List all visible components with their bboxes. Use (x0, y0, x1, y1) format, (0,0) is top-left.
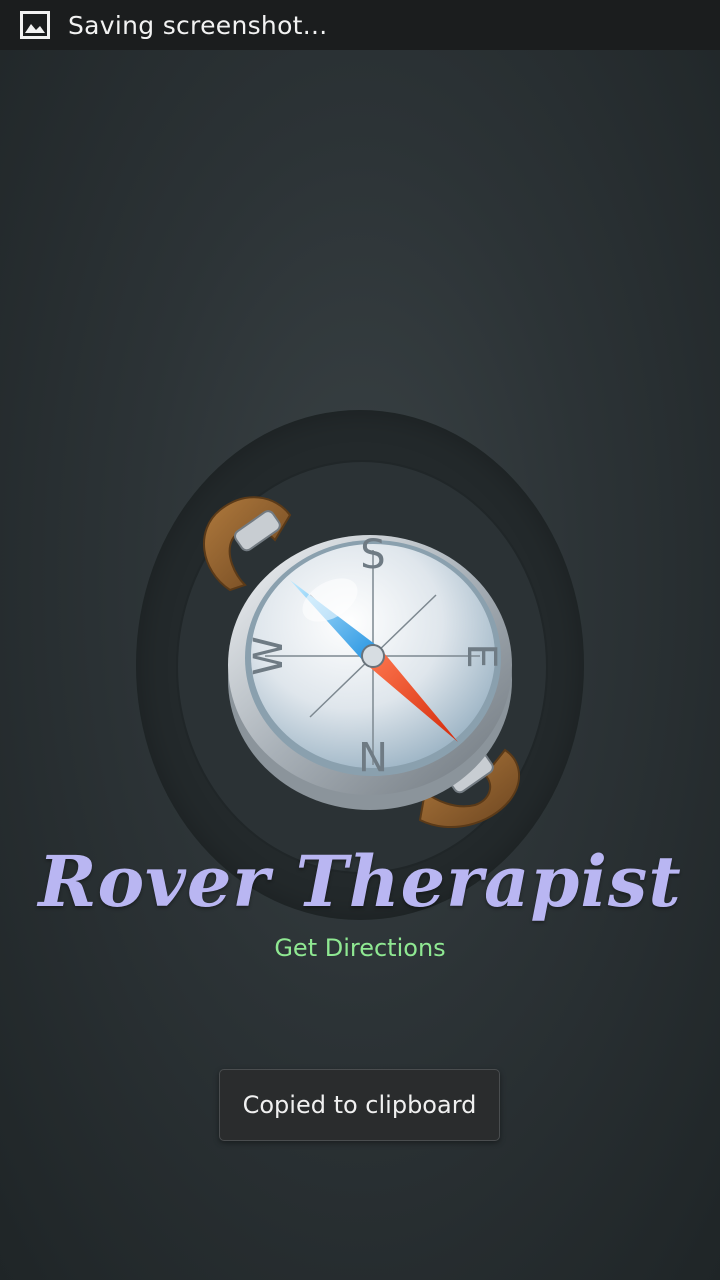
get-directions-link[interactable]: Get Directions (0, 934, 720, 962)
toast-text: Copied to clipboard (242, 1091, 477, 1119)
compass-letter-w: W (246, 636, 292, 676)
image-icon (20, 11, 50, 39)
status-bar: Saving screenshot... (0, 0, 720, 50)
compass-letter-n: N (358, 732, 388, 778)
compass-letter-e: E (458, 643, 504, 668)
status-text: Saving screenshot... (68, 10, 328, 40)
compass-letter-s: S (360, 532, 385, 578)
toast-message: Copied to clipboard (219, 1069, 500, 1141)
app-title: Rover Therapist (38, 840, 682, 923)
compass-icon: S N E W (203, 496, 520, 828)
